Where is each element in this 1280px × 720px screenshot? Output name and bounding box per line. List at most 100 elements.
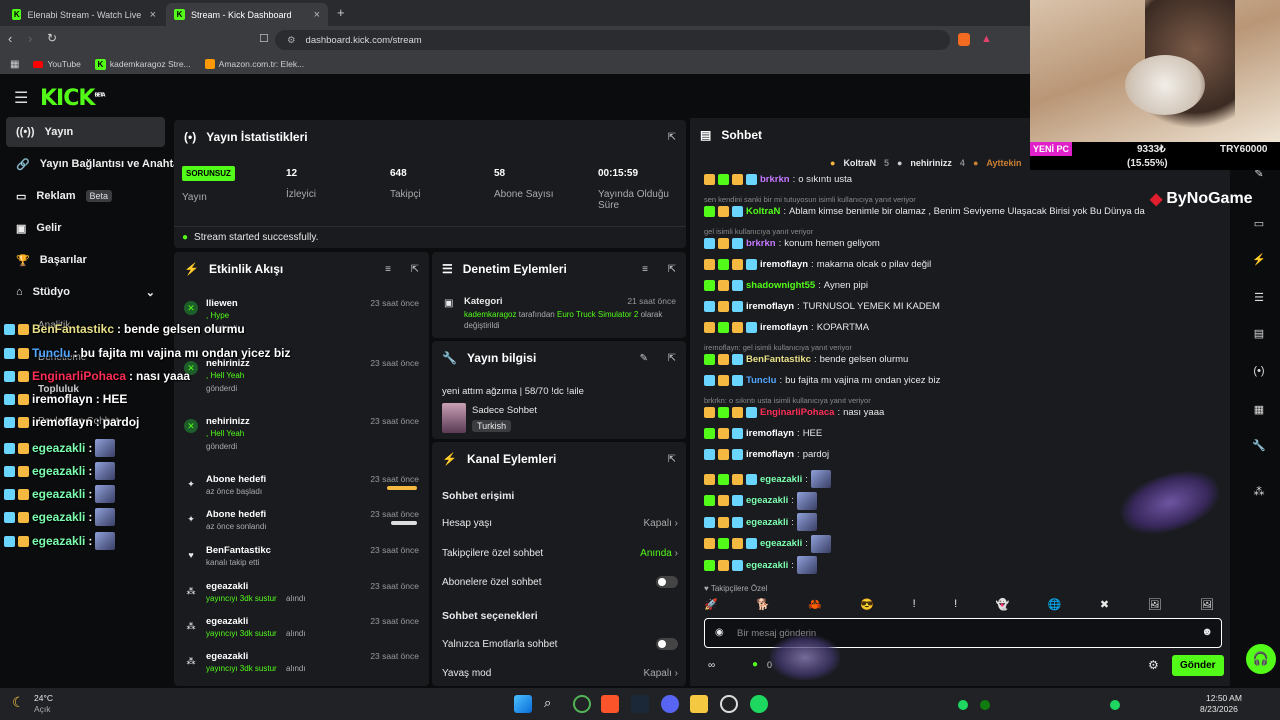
chat-username[interactable]: KoltraN <box>746 206 780 217</box>
broadcast-icon[interactable]: (•) <box>1248 360 1270 382</box>
chat-username[interactable]: egeazakli <box>760 474 802 485</box>
edit-icon[interactable]: ✎ <box>640 353 648 364</box>
popout-icon[interactable]: ⇱ <box>668 132 676 143</box>
bolt-icon[interactable]: ⚡ <box>1248 248 1270 270</box>
emote-icon[interactable]: ! <box>954 598 957 614</box>
link-icon[interactable]: ∞ <box>708 660 715 671</box>
popout-icon[interactable]: ⇱ <box>411 264 419 275</box>
emote-icon[interactable]: 🖼 <box>1148 598 1162 614</box>
mod-game[interactable]: Euro Truck Simulator 2 <box>557 310 638 319</box>
account-age-row[interactable]: Hesap yaşı Kapalı › <box>442 512 678 534</box>
bookmark-kademkaragoz[interactable]: Kkademkaragoz Stre... <box>94 58 191 70</box>
close-icon[interactable]: × <box>314 9 320 21</box>
slow-mode-row[interactable]: Yavaş mod Kapalı › <box>442 662 678 684</box>
chat-username[interactable]: brkrkn <box>746 238 776 249</box>
tray-icon[interactable] <box>958 700 968 710</box>
redeem-icon[interactable]: ⁂ <box>1248 480 1270 502</box>
bookmark-icon[interactable]: ☐ <box>259 32 269 45</box>
gear-icon[interactable]: ⚙ <box>1148 658 1159 672</box>
url-field[interactable]: ⚙ dashboard.kick.com/stream <box>275 30 950 50</box>
sidebar-item-basarilar[interactable]: 🏆 Başarılar <box>6 245 165 275</box>
spotify-icon[interactable] <box>750 695 768 713</box>
emote-icon[interactable]: 👻 <box>996 598 1010 614</box>
chat-username[interactable]: egeazakli <box>746 517 788 528</box>
brave-rewards-icon[interactable]: ▲ <box>981 33 992 45</box>
event-user[interactable]: BenFantastikc <box>206 545 271 556</box>
tray-icon[interactable] <box>980 700 990 710</box>
bookmark-youtube[interactable]: YouTube <box>33 59 81 69</box>
windows-start-icon[interactable] <box>514 695 532 713</box>
event-user[interactable]: lliewen <box>206 298 238 309</box>
mod-user[interactable]: kademkaragoz <box>464 310 516 319</box>
close-icon[interactable]: × <box>150 9 156 21</box>
popout-icon[interactable]: ⇱ <box>668 264 676 275</box>
discord-icon[interactable] <box>661 695 679 713</box>
event-user[interactable]: egeazakli <box>206 616 248 627</box>
steam-icon[interactable] <box>631 695 649 713</box>
chat-username[interactable]: egeazakli <box>746 560 788 571</box>
sidebar-item-reklam[interactable]: ▭ Reklam Beta <box>6 181 165 211</box>
brave-icon[interactable] <box>601 695 619 713</box>
emote-icon[interactable]: ✖ <box>1100 598 1109 614</box>
back-icon[interactable]: ‹ <box>8 31 12 46</box>
chat-username[interactable]: iremoflayn <box>746 301 794 312</box>
chat-username[interactable]: Tunclu <box>746 375 776 386</box>
brave-shield-icon[interactable] <box>958 33 970 46</box>
sidebar-item-baglanti[interactable]: 🔗 Yayın Bağlantısı ve Anahtar <box>6 149 184 179</box>
new-tab-icon[interactable]: + <box>337 5 345 20</box>
chat-username[interactable]: shadownight55 <box>746 280 815 291</box>
folder-icon[interactable] <box>690 695 708 713</box>
emote-icon[interactable]: 🌐 <box>1048 598 1062 614</box>
event-user[interactable]: egeazakli <box>206 651 248 662</box>
emoji-icon[interactable]: ☻ <box>1201 626 1213 638</box>
support-button[interactable]: 🎧 <box>1246 644 1276 674</box>
search-icon[interactable]: ⌕ <box>544 695 562 713</box>
chat-username[interactable]: egeazakli <box>760 538 802 549</box>
kick-logo[interactable]: KICKBETA <box>40 86 106 111</box>
chat-icon[interactable]: ▤ <box>1248 322 1270 344</box>
emote-icon[interactable]: ! <box>913 598 916 614</box>
chat-username[interactable]: EnginarliPohaca <box>760 407 834 418</box>
bookmark-amazon[interactable]: Amazon.com.tr: Elek... <box>204 59 304 69</box>
emote-only-toggle[interactable] <box>656 638 678 650</box>
emote-icon[interactable]: 🖼 <box>1200 598 1214 614</box>
followers-only-row[interactable]: Takipçilere özel sohbet Anında › <box>442 542 678 564</box>
sidebar-item-yayin[interactable]: ((•)) Yayın <box>6 117 165 147</box>
subs-only-toggle[interactable] <box>656 576 678 588</box>
chat-username[interactable]: iremoflayn <box>760 322 808 333</box>
tab-elenabi[interactable]: K Elenabi Stream - Watch Live on K × <box>4 3 164 26</box>
popout-icon[interactable]: ⇱ <box>668 454 676 465</box>
emote-icon[interactable]: 🐕 <box>756 598 770 614</box>
wrench-icon[interactable]: 🔧 <box>1248 434 1270 456</box>
emote-icon[interactable]: 🦀 <box>808 598 822 614</box>
send-button[interactable]: Gönder <box>1172 655 1224 676</box>
list-icon[interactable]: ☰ <box>1248 286 1270 308</box>
gifter-name[interactable]: nehirinizz <box>910 158 952 168</box>
filter-icon[interactable]: ≡ <box>642 264 648 275</box>
emote-rocket-icon[interactable]: 🚀 <box>704 598 718 614</box>
forward-icon[interactable]: › <box>28 31 32 46</box>
event-user[interactable]: egeazakli <box>206 581 248 592</box>
chat-username[interactable]: iremoflayn <box>760 259 808 270</box>
chat-username[interactable]: iremoflayn <box>746 449 794 460</box>
chat-username[interactable]: iremoflayn <box>746 428 794 439</box>
menu-icon[interactable]: ☰ <box>14 88 28 108</box>
widget-icon[interactable]: ▭ <box>1248 212 1270 234</box>
chat-username[interactable]: egeazakli <box>746 495 788 506</box>
sidebar-item-studyo[interactable]: ⌂ Stüdyo ⌄ <box>6 277 165 307</box>
event-user[interactable]: nehirinizz <box>206 416 250 427</box>
tray-icon[interactable] <box>1110 700 1120 710</box>
gifter-name[interactable]: Ayttekin <box>986 158 1021 168</box>
chat-username[interactable]: brkrkn <box>760 174 790 185</box>
calendar-icon[interactable]: ▦ <box>1248 398 1270 420</box>
emote-icon[interactable]: 😎 <box>860 598 874 614</box>
obs-icon[interactable] <box>720 695 738 713</box>
apps-grid-icon[interactable]: ▦ <box>10 59 19 70</box>
reload-icon[interactable]: ↻ <box>47 31 57 45</box>
tab-kick-dashboard[interactable]: K Stream - Kick Dashboard × <box>166 3 328 26</box>
popout-icon[interactable]: ⇱ <box>668 353 676 364</box>
app-icon[interactable] <box>573 695 591 713</box>
gifter-name[interactable]: KoltraN <box>843 158 876 168</box>
chat-username[interactable]: BenFantastikc <box>746 354 811 365</box>
site-info-icon[interactable]: ⚙ <box>287 35 296 46</box>
